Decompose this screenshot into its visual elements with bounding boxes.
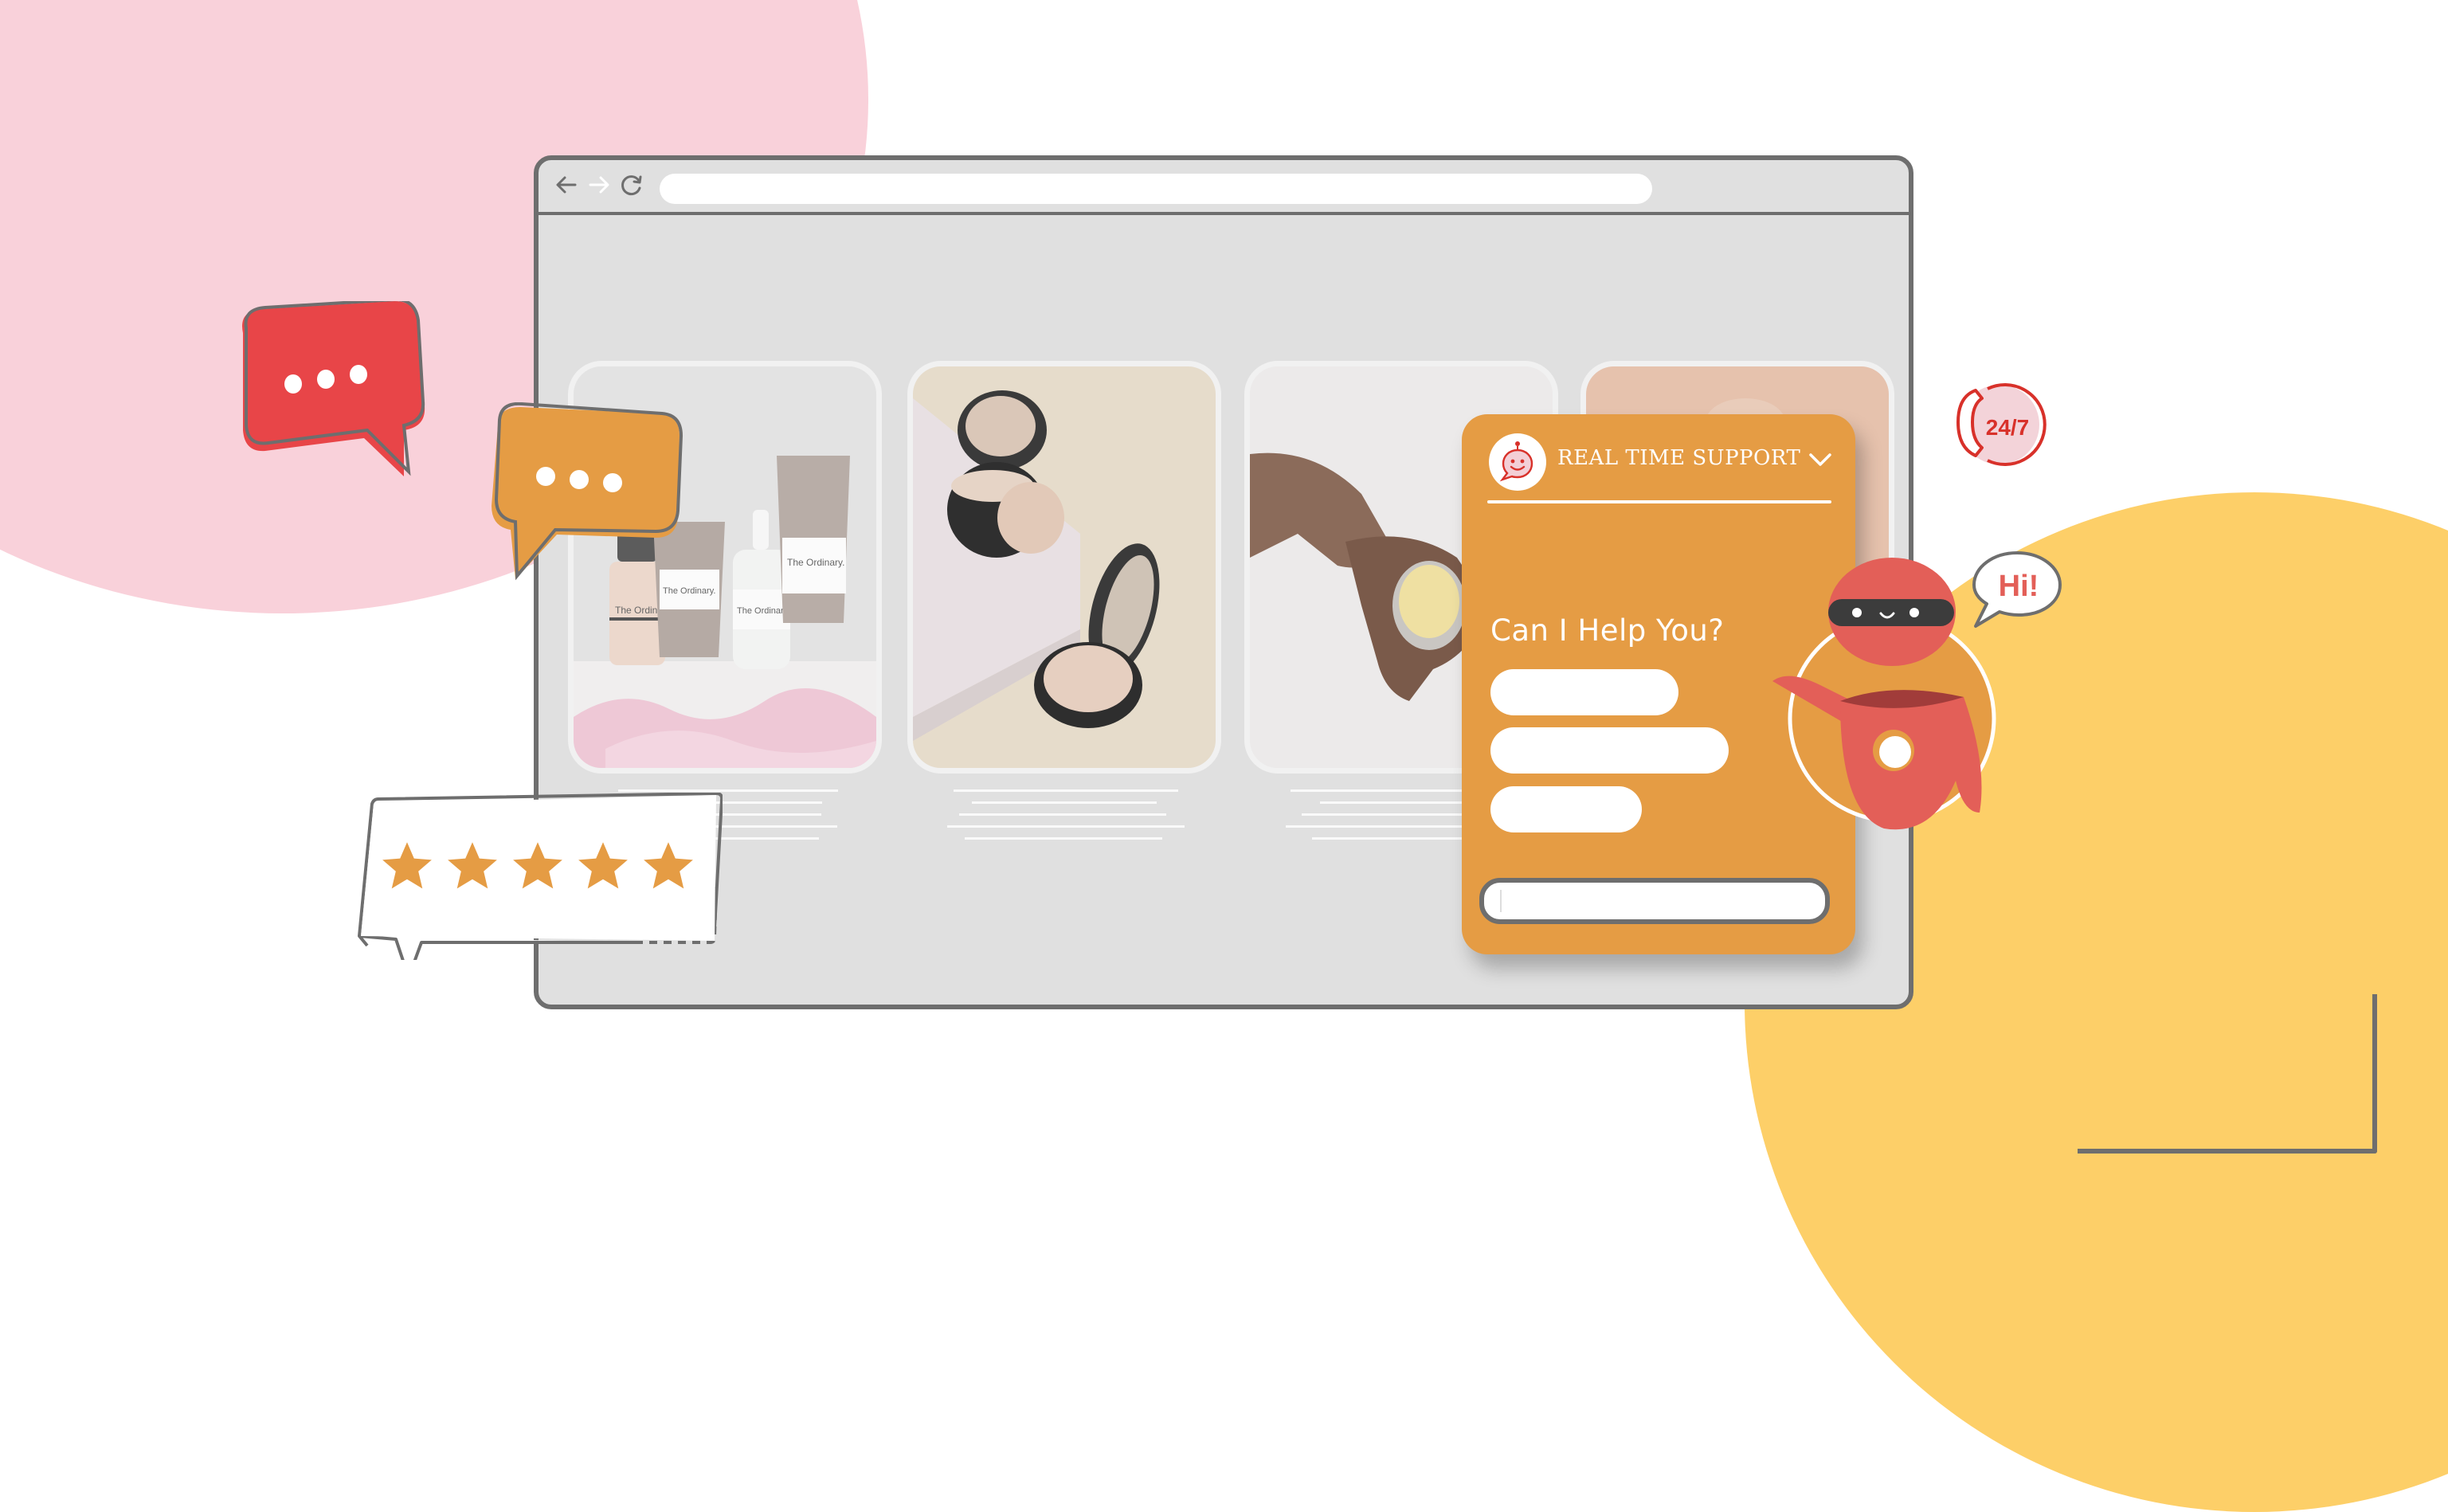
chat-message-input[interactable] — [1479, 878, 1830, 924]
chat-header-divider — [1487, 500, 1831, 503]
browser-toolbar — [539, 160, 1909, 215]
arrow-right-icon[interactable] — [586, 171, 613, 198]
star-icon — [513, 842, 562, 889]
star-icon — [578, 842, 628, 889]
support-hours-text: 24/7 — [1986, 415, 2030, 440]
typing-bubble-icon — [492, 402, 683, 581]
address-bar[interactable] — [660, 174, 1652, 204]
typing-bubble-icon — [242, 301, 425, 476]
support-247-badge: 24/7 — [1956, 383, 2047, 466]
text-cursor — [1500, 890, 1502, 912]
chat-quick-reply[interactable] — [1490, 727, 1729, 774]
reload-icon[interactable] — [618, 171, 645, 198]
arrow-left-icon[interactable] — [553, 171, 580, 198]
product-brand-label: The Ordinary. — [787, 557, 844, 568]
robot-mascot — [1772, 558, 1996, 830]
card-caption-placeholder — [907, 789, 1221, 869]
chat-title: REAL TIME SUPPORT — [1557, 446, 1801, 470]
corner-bracket-decoration — [2078, 994, 2377, 1154]
chat-quick-reply[interactable] — [1490, 669, 1678, 715]
star-icon — [382, 842, 432, 889]
star-rating — [380, 839, 695, 893]
product-brand-label: The Ordinary. — [737, 606, 789, 616]
chat-question: Can I Help You? — [1490, 613, 1725, 648]
product-card[interactable] — [907, 361, 1221, 774]
star-icon — [644, 842, 693, 889]
product-brand-label: The Ordinary. — [663, 586, 715, 596]
chat-quick-reply[interactable] — [1490, 786, 1642, 832]
greeting-text: Hi! — [1999, 570, 2039, 603]
chevron-down-icon[interactable] — [1806, 448, 1835, 472]
rating-bubble — [348, 793, 723, 960]
star-icon — [448, 842, 497, 889]
greeting-bubble: Hi! — [1972, 551, 2062, 628]
product-image-compacts — [913, 366, 1216, 768]
chat-smiley-icon — [1489, 433, 1546, 491]
